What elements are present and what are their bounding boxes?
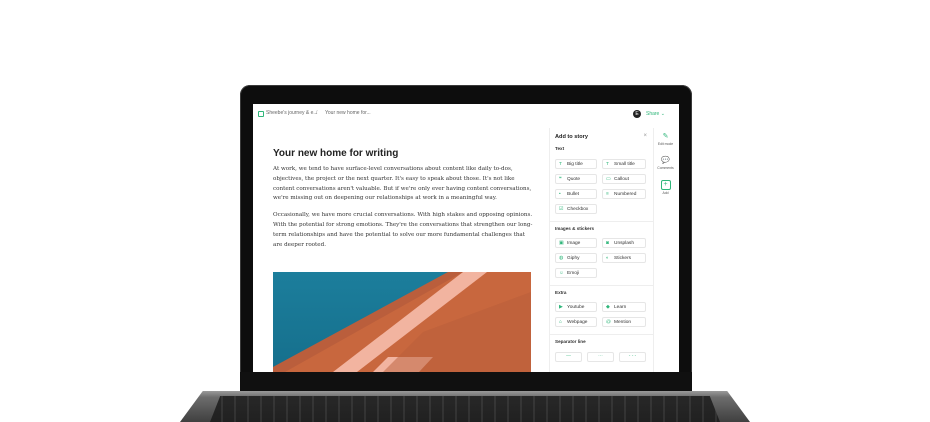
item-numbered[interactable]: ≡ Numbered [602, 189, 646, 199]
section-images: Images & stickers [555, 226, 595, 231]
item-callout[interactable]: ▭ Callout [602, 174, 646, 184]
breadcrumb-story[interactable]: Sheebe's journey & e... [266, 110, 318, 116]
story-icon [258, 111, 264, 117]
avatar[interactable]: E [633, 110, 641, 118]
separator-dotted[interactable]: ··· [587, 352, 614, 362]
breadcrumb-page[interactable]: Your new home for... [325, 110, 371, 116]
item-label: Youtube [567, 305, 585, 310]
top-bar: Sheebe's journey & e... / Your new home … [253, 104, 679, 124]
item-label: Callout [614, 177, 629, 182]
laptop-keyboard [210, 396, 720, 422]
plus-icon: + [660, 180, 671, 190]
hero-image-art [273, 272, 531, 372]
item-youtube[interactable]: ▶ Youtube [555, 302, 597, 312]
item-big-title[interactable]: T Big title [555, 159, 597, 169]
separator-dashed[interactable]: - - - [619, 352, 646, 362]
item-label: Mention [614, 320, 632, 325]
item-label: Big title [567, 162, 583, 167]
image-icon: ▣ [559, 241, 564, 246]
checkbox-icon: ☑ [559, 207, 564, 212]
item-label: Emoji [567, 271, 579, 276]
bullet-icon: • [559, 192, 561, 197]
hero-image[interactable] [273, 272, 531, 372]
section-text: Text [555, 146, 565, 151]
page-title[interactable]: Your new home for writing [273, 148, 533, 159]
mention-icon: @ [606, 320, 611, 325]
panel-title: Add to story [555, 134, 588, 140]
learn-icon: ◆ [606, 305, 610, 310]
item-emoji[interactable]: ☺ Emoji [555, 268, 597, 278]
paragraph-1[interactable]: At work, we tend to have surface-level c… [273, 165, 533, 204]
separator-solid[interactable]: — [555, 352, 582, 362]
item-label: Learn [614, 305, 627, 310]
comment-icon: 💬 [661, 157, 670, 164]
edit-mode-button[interactable]: ✎ Edit mode [656, 132, 675, 146]
comments-button[interactable]: 💬 Comments [656, 156, 675, 170]
youtube-icon: ▶ [559, 305, 563, 310]
section-separator: Separator line [555, 339, 586, 344]
share-button[interactable]: Share ⌄ [646, 111, 665, 117]
item-small-title[interactable]: T Small title [602, 159, 646, 169]
item-label: Bullet [567, 192, 579, 197]
item-image[interactable]: ▣ Image [555, 238, 597, 248]
breadcrumb-separator: / [316, 110, 318, 116]
item-label: Small title [614, 162, 635, 167]
sticker-icon: ◐ [606, 256, 609, 261]
item-label: Webpage [567, 320, 588, 325]
item-learn[interactable]: ◆ Learn [602, 302, 646, 312]
add-to-story-panel: Add to story × Text T Big title T Small ti… [549, 128, 654, 372]
add-button[interactable]: + Add [656, 180, 675, 195]
item-label: Image [567, 241, 581, 246]
item-label: Unsplash [614, 241, 634, 246]
section-extra: Extra [555, 290, 567, 295]
divider [550, 221, 653, 222]
item-label: Giphy [567, 256, 580, 261]
laptop-chin [240, 372, 692, 391]
rail-label: Comments [657, 166, 674, 170]
divider [550, 285, 653, 286]
app-screen: Sheebe's journey & e... / Your new home … [253, 104, 679, 372]
item-label: Quote [567, 177, 581, 182]
giphy-icon: ◍ [559, 256, 564, 261]
unsplash-icon: ◙ [606, 241, 609, 246]
item-bullet[interactable]: • Bullet [555, 189, 597, 199]
emoji-icon: ☺ [559, 271, 564, 276]
item-label: Stickers [614, 256, 632, 261]
callout-icon: ▭ [606, 177, 611, 182]
rail-label: Edit mode [657, 142, 674, 146]
document-body[interactable]: Your new home for writing At work, we te… [273, 148, 533, 257]
item-mention[interactable]: @ Mention [602, 317, 646, 327]
close-icon[interactable]: × [643, 133, 647, 139]
title-icon: T [559, 162, 562, 167]
webpage-icon: ⌂ [559, 320, 562, 325]
paragraph-2[interactable]: Occasionally, we have more crucial conve… [273, 211, 533, 250]
item-giphy[interactable]: ◍ Giphy [555, 253, 597, 263]
item-stickers[interactable]: ◐ Stickers [602, 253, 646, 263]
right-rail: ✎ Edit mode 💬 Comments + Add [652, 128, 679, 372]
item-label: Numbered [614, 192, 637, 197]
pencil-icon: ✎ [662, 133, 669, 140]
item-checkbox[interactable]: ☑ Checkbox [555, 204, 597, 214]
item-label: Checkbox [567, 207, 589, 212]
quote-icon: ❝ [559, 177, 562, 182]
divider [550, 334, 653, 335]
numbered-list-icon: ≡ [606, 192, 609, 197]
rail-label: Add [662, 191, 669, 195]
item-unsplash[interactable]: ◙ Unsplash [602, 238, 646, 248]
item-webpage[interactable]: ⌂ Webpage [555, 317, 597, 327]
item-quote[interactable]: ❝ Quote [555, 174, 597, 184]
title-icon: T [606, 162, 609, 167]
